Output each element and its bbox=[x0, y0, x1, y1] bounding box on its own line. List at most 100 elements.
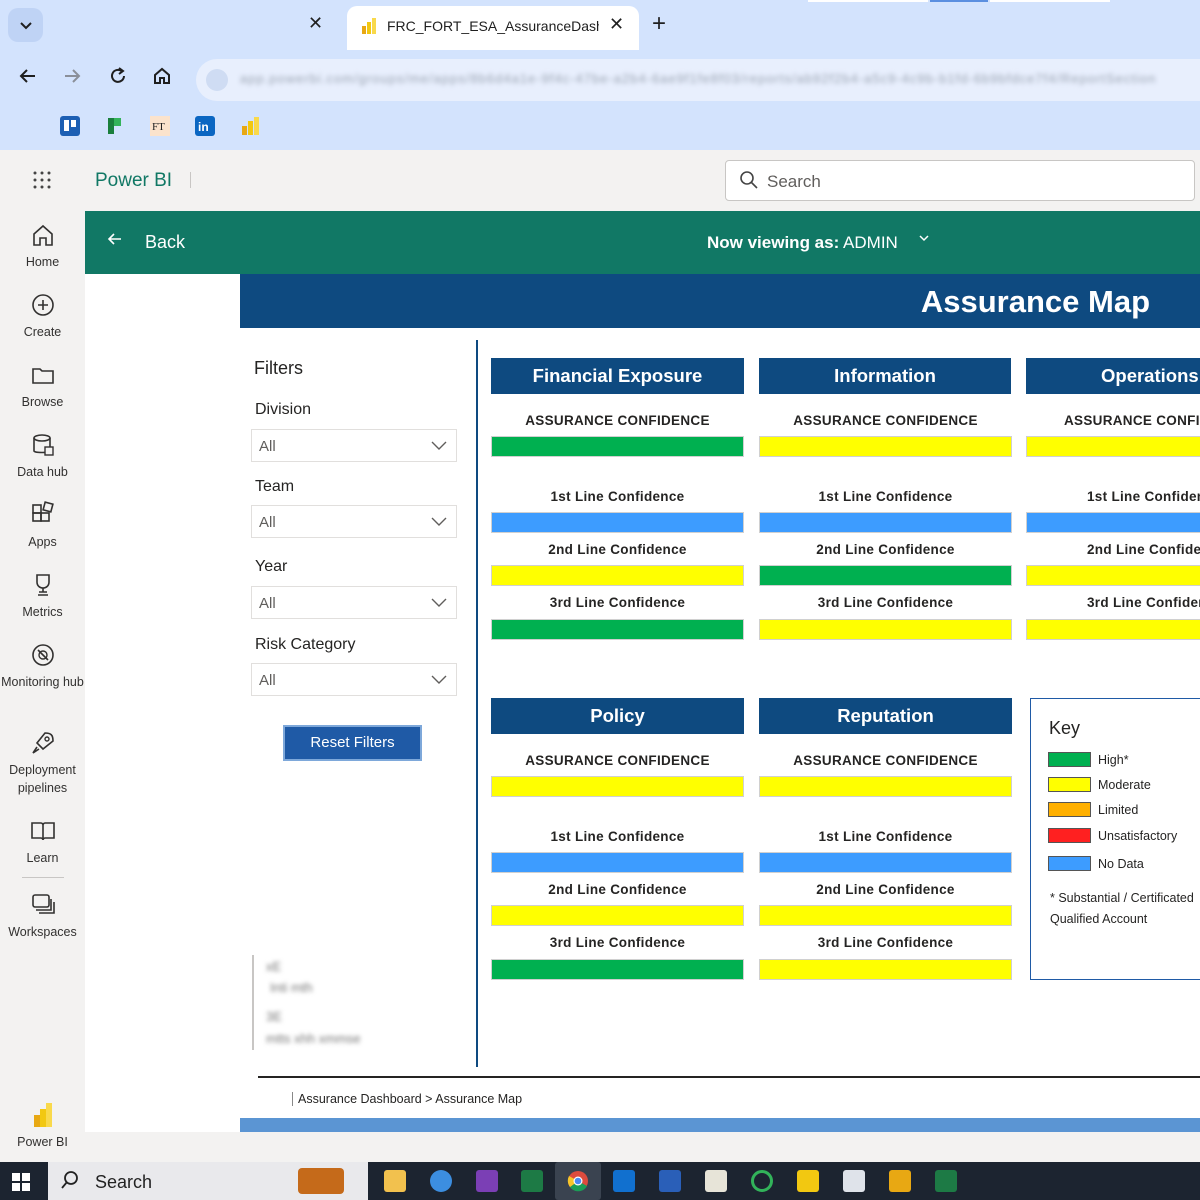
close-tab-icon[interactable]: ✕ bbox=[609, 14, 624, 35]
powerbi-brand[interactable]: Power BI bbox=[95, 170, 172, 192]
second-line-confidence-bar bbox=[491, 905, 744, 926]
risk-category-dropdown[interactable]: All bbox=[251, 663, 457, 696]
report-title-bar: Assurance Map bbox=[240, 274, 1200, 328]
first-line-confidence-bar bbox=[491, 512, 744, 533]
browser-tab-strip: ✕ FRC_FORT_ESA_AssuranceDash ✕ + bbox=[0, 0, 1200, 50]
nav-item-metrics[interactable]: Metrics bbox=[0, 571, 85, 621]
nav-item-home[interactable]: Home bbox=[0, 221, 85, 271]
viewing-as-selector[interactable]: Now viewing as: ADMIN bbox=[707, 233, 898, 253]
weather-icon[interactable] bbox=[430, 1170, 452, 1192]
chevron-down-icon[interactable] bbox=[917, 231, 931, 245]
search-input[interactable]: Search bbox=[725, 160, 1195, 201]
breadcrumb[interactable]: Assurance Dashboard > Assurance Map bbox=[292, 1092, 522, 1106]
nav-label: Create bbox=[23, 325, 62, 339]
tab-strip-decoration bbox=[930, 0, 988, 2]
sync-icon[interactable] bbox=[751, 1170, 773, 1192]
close-tab-icon[interactable]: ✕ bbox=[308, 13, 323, 34]
reset-filters-button[interactable]: Reset Filters bbox=[283, 725, 422, 761]
briefcase-icon bbox=[298, 1168, 344, 1194]
back-arrow-icon[interactable] bbox=[18, 66, 38, 86]
address-bar[interactable]: app.powerbi.com/groups/me/apps/8b6d4a1e-… bbox=[196, 59, 1200, 101]
deployment-icon bbox=[31, 732, 54, 754]
back-button[interactable]: Back bbox=[145, 232, 185, 253]
new-tab-button[interactable]: + bbox=[652, 10, 666, 38]
chevron-down-icon bbox=[431, 598, 447, 607]
excel-icon[interactable] bbox=[935, 1170, 957, 1192]
chrome-taskbar-button[interactable] bbox=[555, 1162, 601, 1200]
ft-bookmark-icon[interactable]: FT bbox=[150, 116, 170, 136]
notepad-icon[interactable] bbox=[705, 1170, 727, 1192]
browser-tab-active[interactable]: FRC_FORT_ESA_AssuranceDash ✕ bbox=[347, 6, 639, 50]
division-dropdown[interactable]: All bbox=[251, 429, 457, 462]
third-line-confidence-label: 3rd Line Confidence bbox=[817, 935, 954, 950]
dropdown-value: All bbox=[259, 672, 276, 689]
powerbi-bookmark-icon[interactable] bbox=[240, 116, 260, 136]
nav-label: Deployment pipelines bbox=[9, 763, 76, 795]
report-footer-band bbox=[240, 1118, 1200, 1132]
svg-text:FT: FT bbox=[152, 121, 165, 133]
first-line-confidence-label: 1st Line Confidence bbox=[550, 489, 685, 504]
dropdown-value: All bbox=[259, 438, 276, 455]
tab-search-button[interactable] bbox=[8, 8, 43, 42]
workspaces-icon bbox=[31, 894, 55, 914]
site-settings-icon[interactable] bbox=[206, 69, 228, 91]
assurance-confidence-bar bbox=[759, 436, 1012, 457]
excel-icon[interactable] bbox=[521, 1170, 543, 1192]
key-footnote: Qualified Account bbox=[1050, 912, 1148, 926]
redacted-text: mtts xhh xmmse bbox=[266, 1031, 361, 1046]
nav-label: Learn bbox=[26, 851, 59, 865]
assurance-confidence-bar bbox=[491, 776, 744, 797]
filter-label-team: Team bbox=[255, 478, 295, 495]
linkedin-bookmark-icon[interactable]: in bbox=[195, 116, 215, 136]
nav-label: Apps bbox=[28, 535, 57, 549]
nav-item-learn[interactable]: Learn bbox=[0, 817, 85, 867]
second-line-confidence-bar bbox=[1026, 565, 1200, 586]
svg-text:in: in bbox=[198, 120, 209, 134]
nav-item-create[interactable]: Create bbox=[0, 291, 85, 341]
onenote-icon[interactable] bbox=[476, 1170, 498, 1192]
app-tools-icon[interactable] bbox=[889, 1170, 911, 1192]
filters-heading: Filters bbox=[254, 358, 303, 378]
home-icon bbox=[32, 224, 53, 246]
chevron-down-icon bbox=[431, 441, 447, 450]
back-arrow-icon[interactable] bbox=[107, 231, 123, 247]
outlook-icon[interactable] bbox=[613, 1170, 635, 1192]
second-line-confidence-label: 2nd Line Confidence bbox=[816, 542, 955, 557]
key-label: High* bbox=[1098, 753, 1129, 767]
nav-item-browse[interactable]: Browse bbox=[0, 361, 85, 411]
powerbi-taskbar-icon[interactable] bbox=[797, 1170, 819, 1192]
home-icon[interactable] bbox=[152, 66, 172, 86]
browse-icon bbox=[31, 368, 54, 384]
nav-item-apps[interactable]: Apps bbox=[0, 501, 85, 551]
first-line-confidence-bar bbox=[759, 852, 1012, 873]
legend-key: Key High* Moderate Limited Unsatisfactor… bbox=[1030, 698, 1200, 980]
windows-start-icon[interactable] bbox=[12, 1173, 30, 1191]
address-url: app.powerbi.com/groups/me/apps/8b6d4a1e-… bbox=[240, 71, 1157, 86]
forward-arrow-icon[interactable] bbox=[62, 66, 82, 86]
assurance-confidence-label: ASSURANCE CONFIDENCE bbox=[793, 413, 978, 428]
key-swatch bbox=[1048, 828, 1091, 843]
reload-icon[interactable] bbox=[108, 66, 128, 86]
first-line-confidence-label: 1st Line Confidence bbox=[1087, 489, 1200, 504]
file-explorer-icon[interactable] bbox=[384, 1170, 406, 1192]
left-navigation: Home Create Browse Data hub Apps Metrics… bbox=[0, 211, 85, 1162]
taskbar-search-label: Search bbox=[95, 1172, 153, 1192]
page-bottom-strip bbox=[85, 1132, 1200, 1162]
assurance-confidence-label: ASSURANCE CONFIDENCE bbox=[793, 753, 978, 768]
nav-item-data-hub[interactable]: Data hub bbox=[0, 431, 85, 481]
year-dropdown[interactable]: All bbox=[251, 586, 457, 619]
team-dropdown[interactable]: All bbox=[251, 505, 457, 538]
browser-toolbar: app.powerbi.com/groups/me/apps/8b6d4a1e-… bbox=[0, 50, 1200, 150]
trello-bookmark-icon[interactable] bbox=[60, 116, 80, 136]
chevron-down-icon bbox=[19, 22, 32, 30]
nav-item-powerbi[interactable]: Power BI bbox=[0, 1101, 85, 1151]
nav-item-workspaces[interactable]: Workspaces bbox=[0, 891, 85, 941]
nav-item-deployment-pipelines[interactable]: Deployment pipelines bbox=[0, 729, 85, 797]
app-launcher-icon[interactable] bbox=[32, 170, 52, 190]
planner-bookmark-icon[interactable] bbox=[105, 116, 125, 136]
nav-item-monitoring-hub[interactable]: Monitoring hub bbox=[0, 641, 85, 691]
word-icon[interactable] bbox=[659, 1170, 681, 1192]
second-line-confidence-label: 2nd Line Confidence bbox=[548, 542, 687, 557]
taskbar-search[interactable]: Search bbox=[48, 1162, 368, 1200]
remote-desktop-icon[interactable] bbox=[843, 1170, 865, 1192]
